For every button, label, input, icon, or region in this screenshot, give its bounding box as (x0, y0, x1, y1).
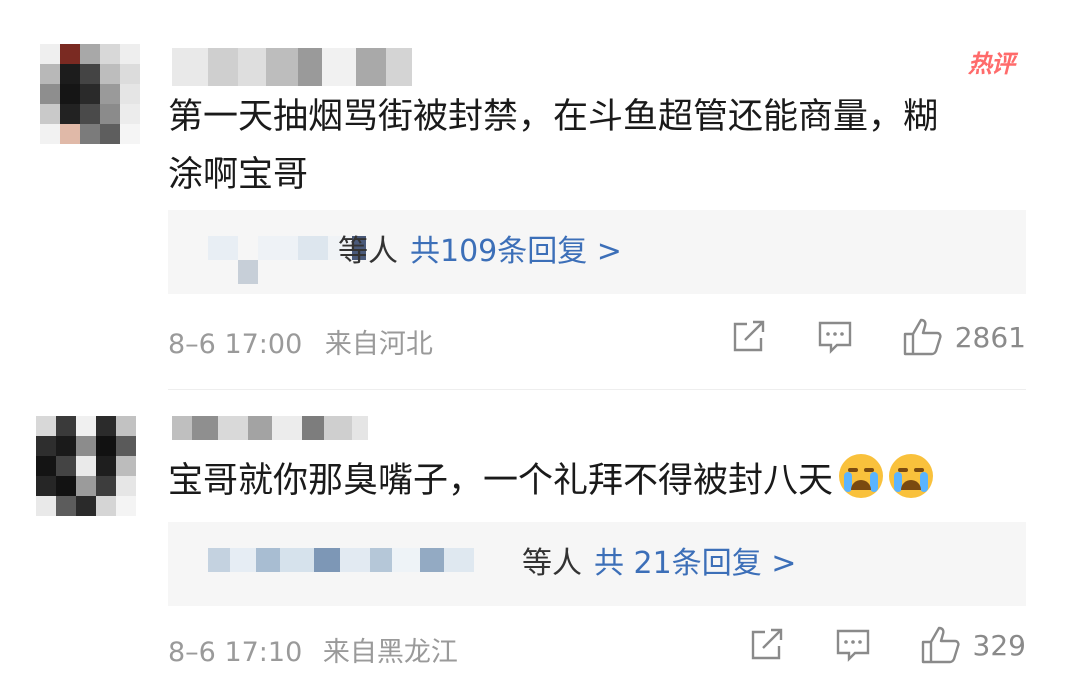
like-button[interactable]: 329 (921, 626, 1026, 664)
share-button[interactable] (731, 320, 767, 354)
avatar[interactable] (36, 416, 136, 516)
comment-actions: 329 (749, 626, 1026, 664)
comment-time: 8–6 17:00 (168, 329, 303, 360)
comment-text-line: 涂啊宝哥 (168, 155, 309, 195)
share-icon (733, 320, 764, 352)
comment-text: 宝哥就你那臭嘴子，一个礼拜不得被封八天 (168, 452, 934, 510)
comment-location: 来自河北 (324, 329, 433, 360)
comment-text-line: 宝哥就你那臭嘴子，一个礼拜不得被封八天 (168, 461, 834, 501)
reply-summary[interactable]: 等人 共109条回复 > (168, 210, 1026, 294)
thumbs-up-icon (921, 626, 960, 664)
reply-users-suffix: 等人 (522, 546, 582, 581)
comment-button[interactable] (817, 320, 853, 354)
avatar[interactable] (40, 44, 140, 144)
comment-text-line: 第一天抽烟骂街被封禁，在斗鱼超管还能商量，糊 (168, 97, 939, 137)
crying-face-emoji (839, 454, 884, 498)
username-blurred[interactable] (172, 48, 412, 86)
share-button[interactable] (749, 628, 785, 662)
reply-users-suffix: 等人 (338, 234, 398, 269)
comment-item: 宝哥就你那臭嘴子，一个礼拜不得被封八天 等人共 21条回复 > 8–6 17:1… (0, 390, 1080, 694)
reply-summary[interactable]: 等人共 21条回复 > (168, 522, 1026, 606)
like-count: 2861 (954, 320, 1026, 354)
share-icon (751, 628, 782, 660)
comment-icon (818, 321, 851, 354)
hot-comment-badge: 热评 (968, 50, 1015, 78)
reply-count[interactable]: 共109条回复 > (410, 234, 622, 269)
like-button[interactable]: 2861 (903, 318, 1026, 356)
thumbs-up-icon (903, 318, 942, 356)
comment-actions: 2861 (731, 318, 1026, 356)
comment-meta: 8–6 17:00 来自河北 (168, 322, 433, 361)
comment-meta: 8–6 17:10 来自黑龙江 (168, 630, 458, 669)
comment-button[interactable] (835, 628, 871, 662)
reply-count[interactable]: 共 21条回复 > (594, 546, 796, 581)
crying-face-emoji (889, 454, 934, 498)
username-blurred[interactable] (172, 416, 368, 440)
reply-users-blurred (208, 548, 474, 572)
reply-link[interactable]: 等人 共109条回复 > (338, 210, 622, 294)
reply-link[interactable]: 等人共 21条回复 > (522, 522, 796, 606)
like-count: 329 (972, 628, 1026, 662)
comment-time: 8–6 17:10 (168, 637, 303, 668)
comment-text: 第一天抽烟骂街被封禁，在斗鱼超管还能商量，糊 涂啊宝哥 (168, 88, 938, 204)
comment-icon (836, 629, 869, 662)
comment-item: 热评 第一天抽烟骂街被封禁，在斗鱼超管还能商量，糊 涂啊宝哥 等人 共109条回复… (0, 0, 1080, 390)
comment-location: 来自黑龙江 (322, 637, 458, 668)
